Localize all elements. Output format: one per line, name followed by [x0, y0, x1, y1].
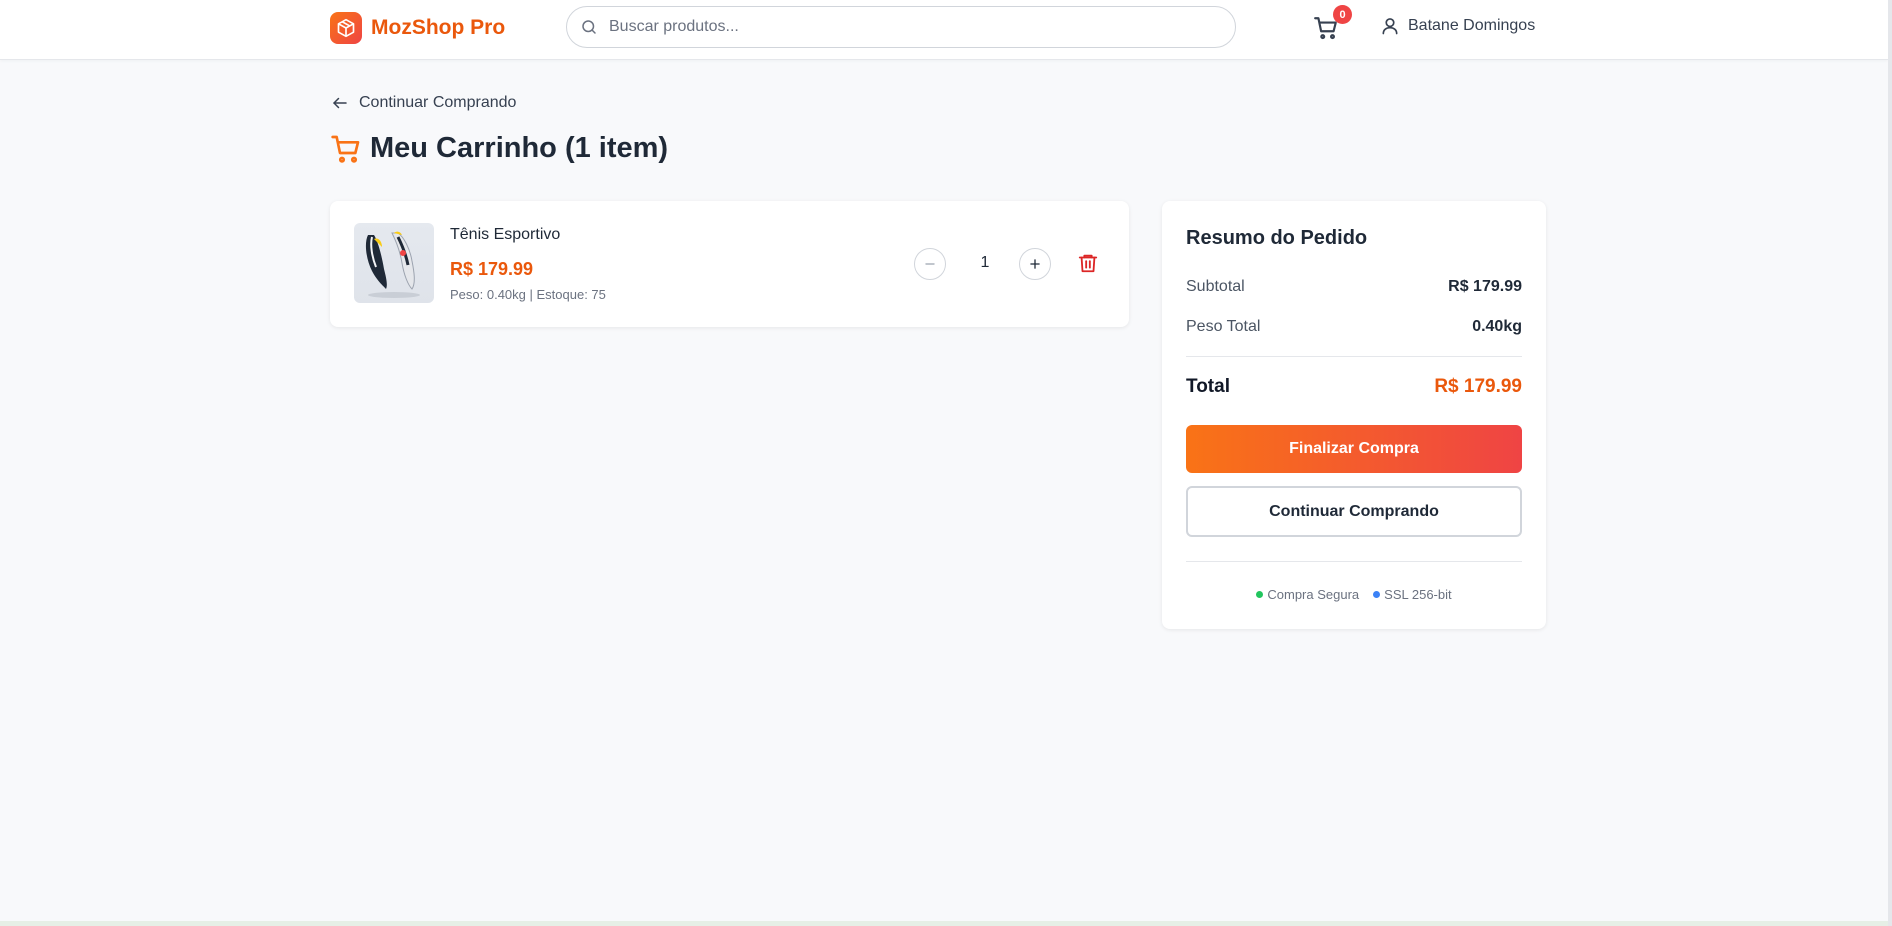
- user-menu[interactable]: Batane Domingos: [1380, 16, 1535, 36]
- arrow-left-icon: [333, 97, 347, 109]
- ssl-label: SSL 256-bit: [1384, 587, 1452, 602]
- top-header: MozShop Pro 0 Batane Domingos: [0, 0, 1888, 60]
- subtotal-label: Subtotal: [1186, 278, 1245, 295]
- trash-icon: [1078, 254, 1098, 273]
- cart-count-badge: 0: [1333, 5, 1352, 24]
- checkout-button[interactable]: Finalizar Compra: [1186, 425, 1522, 473]
- order-summary: Resumo do Pedido Subtotal R$ 179.99 Peso…: [1162, 201, 1546, 629]
- weight-value: 0.40kg: [1472, 318, 1522, 335]
- page-title-text: Meu Carrinho (1 item): [370, 132, 669, 164]
- secure-purchase-badge: Compra Segura: [1256, 587, 1359, 602]
- blue-dot-icon: [1373, 591, 1381, 598]
- cart-item: Tênis Esportivo R$ 179.99 Peso: 0.40kg |…: [330, 201, 1129, 327]
- green-dot-icon: [1256, 591, 1264, 598]
- scrollbar[interactable]: [1888, 0, 1892, 926]
- page-title: Meu Carrinho (1 item): [330, 132, 668, 165]
- quantity-value: 1: [980, 254, 990, 271]
- increase-quantity-button[interactable]: [1019, 248, 1051, 280]
- summary-divider-bottom: [1186, 561, 1522, 562]
- brand-logo[interactable]: MozShop Pro: [330, 12, 505, 44]
- decrease-quantity-button[interactable]: [914, 248, 946, 280]
- shopping-cart-icon: [331, 135, 360, 163]
- plus-icon: [1030, 259, 1040, 269]
- summary-divider: [1186, 356, 1522, 357]
- package-icon: [330, 12, 362, 44]
- subtotal-value: R$ 179.99: [1448, 278, 1522, 295]
- subtotal-row: Subtotal R$ 179.99: [1186, 278, 1522, 296]
- user-name: Batane Domingos: [1408, 17, 1536, 34]
- security-badges: Compra Segura SSL 256-bit: [1162, 587, 1546, 602]
- weight-row: Peso Total 0.40kg: [1186, 318, 1522, 336]
- secure-purchase-label: Compra Segura: [1267, 587, 1360, 602]
- search-bar[interactable]: [566, 6, 1236, 48]
- back-link-label: Continuar Comprando: [359, 94, 517, 111]
- continue-shopping-button[interactable]: Continuar Comprando: [1186, 486, 1522, 537]
- minus-icon: [925, 263, 935, 265]
- brand-name: MozShop Pro: [371, 16, 506, 39]
- product-image[interactable]: [354, 223, 434, 303]
- remove-item-button[interactable]: [1077, 252, 1099, 279]
- search-icon: [582, 20, 596, 34]
- back-link[interactable]: Continuar Comprando: [331, 94, 516, 112]
- total-value: R$ 179.99: [1434, 376, 1522, 397]
- user-icon: [1382, 18, 1398, 35]
- ssl-badge: SSL 256-bit: [1373, 587, 1452, 602]
- weight-label: Peso Total: [1186, 318, 1261, 335]
- total-label: Total: [1186, 376, 1230, 397]
- product-meta: Peso: 0.40kg | Estoque: 75: [450, 287, 606, 302]
- product-price: R$ 179.99: [450, 259, 534, 279]
- product-name[interactable]: Tênis Esportivo: [450, 226, 560, 244]
- search-input[interactable]: [607, 17, 1211, 37]
- bottom-divider: [0, 921, 1888, 926]
- summary-title: Resumo do Pedido: [1186, 227, 1368, 249]
- total-row: Total R$ 179.99: [1186, 376, 1522, 398]
